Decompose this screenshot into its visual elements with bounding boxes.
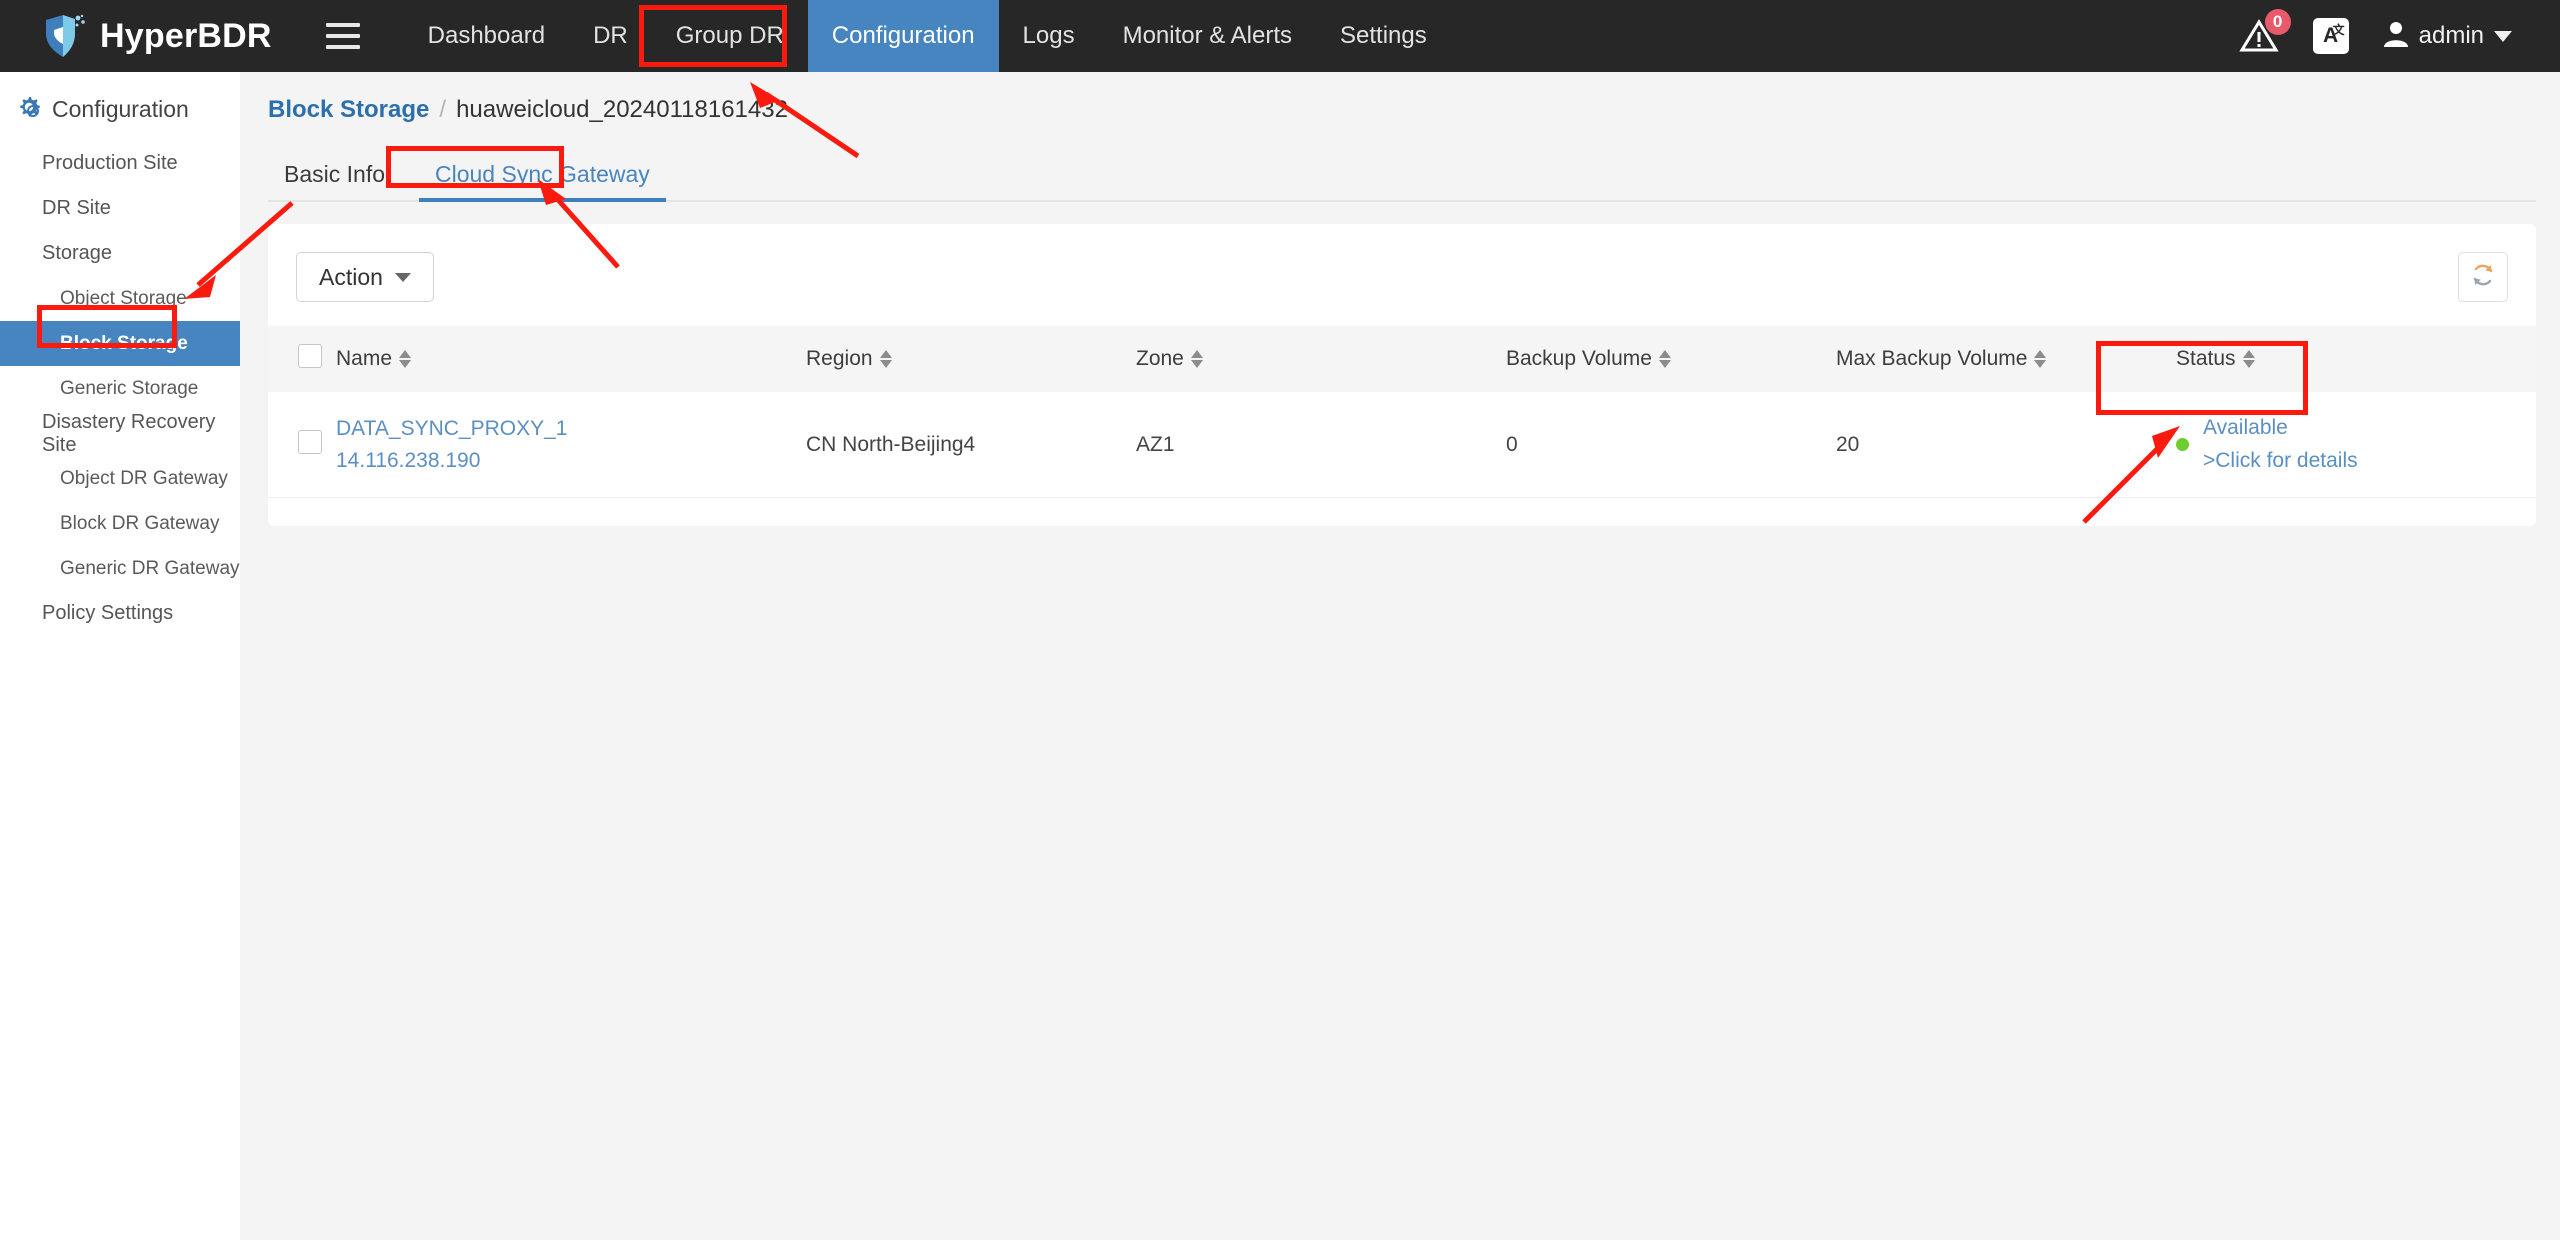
table-header-region[interactable]: Region (806, 326, 1136, 392)
sidebar-item-production-site[interactable]: Production Site (0, 141, 240, 186)
sidebar-item-dr-site[interactable]: DR Site (0, 186, 240, 231)
row-zone-cell: AZ1 (1136, 392, 1506, 498)
table-header-region-label: Region (806, 347, 873, 371)
tab-bar: Basic Info Cloud Sync Gateway (268, 150, 2536, 202)
main-content: Block Storage / huaweicloud_202401181614… (240, 72, 2560, 1240)
hamburger-bar (326, 45, 360, 49)
table-header-row: Name Region Zone (268, 326, 2536, 392)
tab-cloud-sync-gateway[interactable]: Cloud Sync Gateway (419, 161, 666, 202)
cloud-sync-gateway-table: Name Region Zone (268, 326, 2536, 498)
breadcrumb-root[interactable]: Block Storage (268, 96, 429, 124)
user-name-label: admin (2419, 22, 2484, 50)
warning-bell-icon[interactable]: 0 (2239, 16, 2279, 56)
sidebar-item-block-dr-gateway[interactable]: Block DR Gateway (0, 501, 240, 546)
gateway-table-card: Action (268, 224, 2536, 526)
row-region-cell: CN North-Beijing4 (806, 392, 1136, 498)
hamburger-bar (326, 23, 360, 27)
table-header-backup-volume-label: Backup Volume (1506, 347, 1652, 371)
row-checkbox[interactable] (298, 430, 322, 454)
table-header-name[interactable]: Name (336, 326, 806, 392)
app-logo[interactable]: HyperBDR (42, 13, 272, 59)
sidebar-item-object-dr-gateway[interactable]: Object DR Gateway (0, 456, 240, 501)
table-row[interactable]: DATA_SYNC_PROXY_1 14.116.238.190 CN Nort… (268, 392, 2536, 498)
sort-icon[interactable] (2034, 350, 2046, 368)
sidebar-header: Configuration (0, 72, 240, 141)
sort-icon[interactable] (880, 350, 892, 368)
table-head: Name Region Zone (268, 326, 2536, 392)
row-name-cell: DATA_SYNC_PROXY_1 14.116.238.190 (336, 392, 806, 498)
action-button[interactable]: Action (296, 252, 434, 302)
table-header-max-backup-volume[interactable]: Max Backup Volume (1836, 326, 2176, 392)
row-max-backup-volume-cell: 20 (1836, 392, 2176, 498)
table-toolbar: Action (268, 224, 2536, 326)
main-nav: Dashboard DR Group DR Configuration Logs… (404, 0, 1451, 72)
sidebar-item-disastery-recovery-site[interactable]: Disastery Recovery Site (0, 411, 240, 456)
user-avatar-icon (2383, 20, 2409, 53)
user-menu[interactable]: admin (2383, 20, 2512, 53)
top-navigation-bar: HyperBDR Dashboard DR Group DR Configura… (0, 0, 2560, 72)
table-header-backup-volume[interactable]: Backup Volume (1506, 326, 1836, 392)
select-all-checkbox[interactable] (298, 344, 322, 368)
status-label[interactable]: Available (2203, 412, 2358, 445)
sidebar-item-generic-dr-gateway[interactable]: Generic DR Gateway (0, 546, 240, 591)
action-button-label: Action (319, 264, 383, 291)
nav-item-settings[interactable]: Settings (1316, 0, 1451, 72)
table-header-select-all (268, 326, 336, 392)
sidebar: Configuration Production Site DR Site St… (0, 72, 240, 1240)
nav-item-dr[interactable]: DR (569, 0, 652, 72)
hamburger-icon[interactable] (326, 19, 360, 53)
hamburger-bar (326, 34, 360, 38)
table-header-status[interactable]: Status (2176, 326, 2536, 392)
shield-logo-icon (42, 13, 86, 59)
chevron-down-icon (395, 273, 411, 282)
gateway-name-link[interactable]: DATA_SYNC_PROXY_1 (336, 413, 806, 445)
status-details-link[interactable]: >Click for details (2203, 445, 2358, 478)
breadcrumb-current: huaweicloud_20240118161432 (456, 96, 788, 124)
table-header-zone[interactable]: Zone (1136, 326, 1506, 392)
sidebar-item-policy-settings[interactable]: Policy Settings (0, 591, 240, 636)
nav-item-group-dr[interactable]: Group DR (652, 0, 808, 72)
nav-item-configuration[interactable]: Configuration (808, 0, 999, 72)
nav-item-dashboard[interactable]: Dashboard (404, 0, 569, 72)
sidebar-item-object-storage[interactable]: Object Storage (0, 276, 240, 321)
table-header-zone-label: Zone (1136, 347, 1184, 371)
app-logo-text: HyperBDR (100, 17, 272, 56)
table-header-name-label: Name (336, 347, 392, 371)
alert-count-badge: 0 (2265, 9, 2291, 35)
sort-icon[interactable] (1191, 350, 1203, 368)
sidebar-item-block-storage[interactable]: Block Storage (0, 321, 240, 366)
sort-icon[interactable] (2243, 350, 2255, 368)
status-dot-icon (2176, 438, 2189, 451)
topbar-actions: 0 A 文 admin (2239, 16, 2512, 56)
refresh-icon (2470, 262, 2496, 293)
table-header-status-label: Status (2176, 347, 2236, 371)
translate-icon[interactable]: A 文 (2313, 18, 2349, 54)
translate-cjk: 文 (2333, 21, 2345, 38)
tab-basic-info[interactable]: Basic Info (268, 161, 401, 202)
row-backup-volume-cell: 0 (1506, 392, 1836, 498)
table-body: DATA_SYNC_PROXY_1 14.116.238.190 CN Nort… (268, 392, 2536, 498)
sort-icon[interactable] (1659, 350, 1671, 368)
sidebar-item-storage[interactable]: Storage (0, 231, 240, 276)
breadcrumb: Block Storage / huaweicloud_202401181614… (240, 72, 2560, 124)
gear-configuration-icon (16, 94, 42, 125)
sidebar-header-label: Configuration (52, 96, 189, 123)
refresh-button[interactable] (2458, 252, 2508, 302)
nav-item-logs[interactable]: Logs (999, 0, 1099, 72)
sidebar-item-generic-storage[interactable]: Generic Storage (0, 366, 240, 411)
gateway-ip-link[interactable]: 14.116.238.190 (336, 445, 806, 477)
table-header-max-backup-volume-label: Max Backup Volume (1836, 347, 2027, 371)
nav-item-monitor-alerts[interactable]: Monitor & Alerts (1099, 0, 1316, 72)
row-status-cell: Available >Click for details (2176, 392, 2536, 498)
sort-icon[interactable] (399, 350, 411, 368)
chevron-down-icon (2494, 31, 2512, 42)
breadcrumb-separator: / (439, 96, 446, 124)
row-select-cell (268, 392, 336, 498)
